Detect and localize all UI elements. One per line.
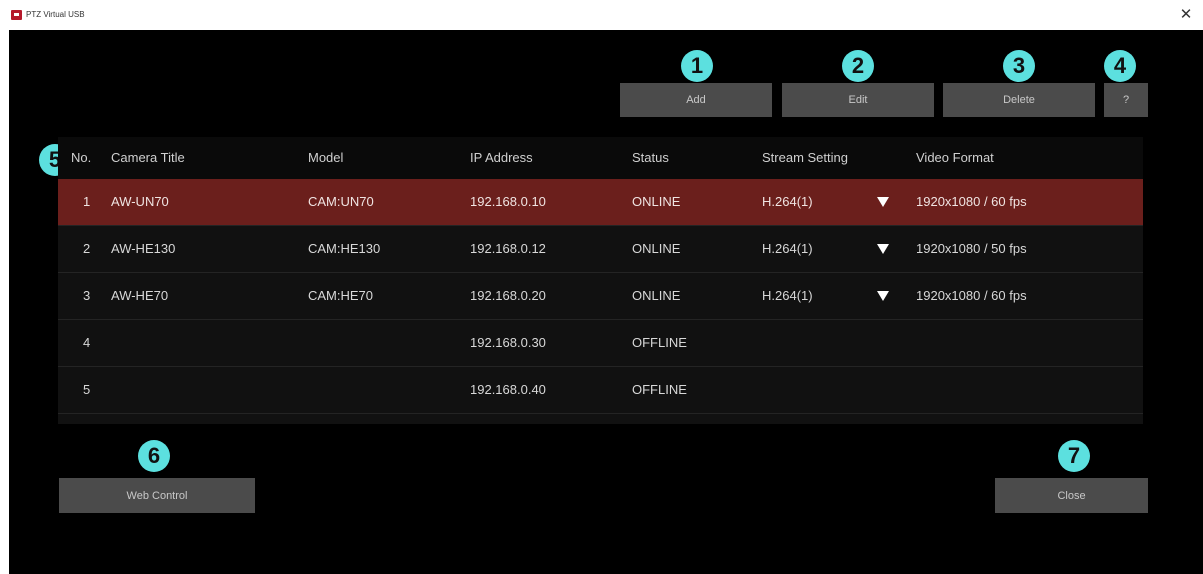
row-ip-address: 192.168.0.40 <box>470 382 546 397</box>
row-status: OFFLINE <box>632 382 687 397</box>
window-close-icon[interactable]: ✕ <box>1176 6 1196 24</box>
callout-badge-4: 4 <box>1104 50 1136 82</box>
row-video-format: 1920x1080 / 60 fps <box>916 194 1027 209</box>
row-status: OFFLINE <box>632 335 687 350</box>
web-control-button[interactable]: Web Control <box>59 478 255 513</box>
row-model: CAM:UN70 <box>308 194 374 209</box>
table-header: No. Camera Title Model IP Address Status… <box>58 137 1143 179</box>
row-video-format: 1920x1080 / 50 fps <box>916 241 1027 256</box>
col-header-camera-title: Camera Title <box>111 150 185 165</box>
col-header-model: Model <box>308 150 344 165</box>
row-no: 3 <box>83 288 91 303</box>
row-status: ONLINE <box>632 241 681 256</box>
add-button[interactable]: Add <box>620 83 772 117</box>
help-button[interactable]: ? <box>1104 83 1148 117</box>
window-title: PTZ Virtual USB <box>26 10 85 19</box>
table-row[interactable]: 4 192.168.0.30 OFFLINE <box>58 320 1143 367</box>
table-row[interactable]: 1 AW-UN70 CAM:UN70 192.168.0.10 ONLINE H… <box>58 179 1143 226</box>
camera-table: No. Camera Title Model IP Address Status… <box>58 137 1143 424</box>
row-model: CAM:HE70 <box>308 288 374 303</box>
row-stream-setting: H.264(1) <box>762 194 813 209</box>
row-no: 5 <box>83 382 91 397</box>
row-camera-title: AW-HE70 <box>111 288 169 303</box>
col-header-ip-address: IP Address <box>470 150 533 165</box>
row-no: 2 <box>83 241 91 256</box>
col-header-video-format: Video Format <box>916 150 994 165</box>
row-camera-title: AW-UN70 <box>111 194 169 209</box>
col-header-status: Status <box>632 150 669 165</box>
row-ip-address: 192.168.0.30 <box>470 335 546 350</box>
app-logo-icon <box>11 10 22 20</box>
table-row[interactable]: 5 192.168.0.40 OFFLINE <box>58 367 1143 414</box>
row-ip-address: 192.168.0.10 <box>470 194 546 209</box>
title-bar: PTZ Virtual USB ✕ <box>0 0 1203 30</box>
stream-dropdown-arrow-icon[interactable] <box>877 291 889 301</box>
table-row[interactable]: 2 AW-HE130 CAM:HE130 192.168.0.12 ONLINE… <box>58 226 1143 273</box>
stream-dropdown-arrow-icon[interactable] <box>877 244 889 254</box>
callout-badge-3: 3 <box>1003 50 1035 82</box>
close-button[interactable]: Close <box>995 478 1148 513</box>
row-video-format: 1920x1080 / 60 fps <box>916 288 1027 303</box>
callout-badge-6: 6 <box>138 440 170 472</box>
row-stream-setting: H.264(1) <box>762 241 813 256</box>
row-model: CAM:HE130 <box>308 241 381 256</box>
col-header-stream-setting: Stream Setting <box>762 150 848 165</box>
row-camera-title: AW-HE130 <box>111 241 176 256</box>
delete-button[interactable]: Delete <box>943 83 1095 117</box>
row-stream-setting: H.264(1) <box>762 288 813 303</box>
table-row[interactable]: 3 AW-HE70 CAM:HE70 192.168.0.20 ONLINE H… <box>58 273 1143 320</box>
callout-badge-7: 7 <box>1058 440 1090 472</box>
col-header-no: No. <box>71 150 92 165</box>
callout-badge-2: 2 <box>842 50 874 82</box>
row-status: ONLINE <box>632 288 681 303</box>
row-no: 1 <box>83 194 91 209</box>
callout-badge-1: 1 <box>681 50 713 82</box>
row-status: ONLINE <box>632 194 681 209</box>
stream-dropdown-arrow-icon[interactable] <box>877 197 889 207</box>
row-no: 4 <box>83 335 91 350</box>
row-ip-address: 192.168.0.12 <box>470 241 546 256</box>
row-ip-address: 192.168.0.20 <box>470 288 546 303</box>
edit-button[interactable]: Edit <box>782 83 934 117</box>
